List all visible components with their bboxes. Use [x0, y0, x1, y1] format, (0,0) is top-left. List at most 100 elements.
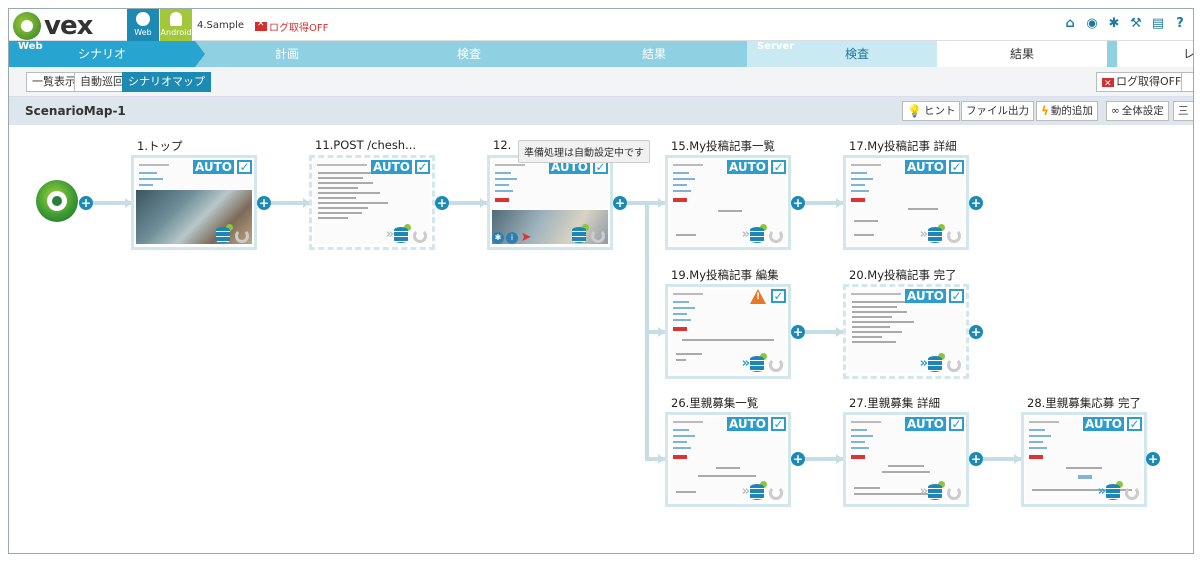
- step-server-result[interactable]: 結果: [937, 41, 1107, 67]
- scenario-node-11[interactable]: AUTO ✓ »: [309, 155, 435, 250]
- send-icon[interactable]: ➤: [520, 231, 532, 244]
- menu-button[interactable]: 三: [1173, 101, 1193, 121]
- database-icon[interactable]: [928, 356, 942, 372]
- scenario-node-1[interactable]: AUTO ✓: [131, 155, 257, 250]
- scenario-node-17[interactable]: AUTO ✓ »: [843, 155, 969, 250]
- database-icon[interactable]: [750, 356, 764, 372]
- info-icon[interactable]: i: [506, 232, 518, 244]
- add-node-button[interactable]: +: [79, 196, 93, 210]
- forward-icon[interactable]: »: [386, 227, 395, 242]
- wrench-icon[interactable]: ⚒: [1129, 17, 1143, 31]
- forward-icon[interactable]: »: [742, 484, 751, 499]
- connector-arrow: [480, 198, 487, 208]
- forward-icon[interactable]: »: [920, 484, 929, 499]
- database-icon[interactable]: [394, 227, 408, 243]
- add-node-button[interactable]: +: [435, 196, 449, 210]
- scenario-node-15[interactable]: AUTO ✓ »: [665, 155, 791, 250]
- checkbox-checked-icon[interactable]: ✓: [237, 160, 252, 174]
- forward-icon[interactable]: »: [1098, 484, 1107, 499]
- database-icon[interactable]: [572, 227, 586, 243]
- add-node-button[interactable]: +: [791, 452, 805, 466]
- platform-android-button[interactable]: Android: [160, 9, 192, 41]
- auto-badge: AUTO: [904, 289, 946, 303]
- scenario-node-12[interactable]: AUTO ✓ ✱ i ➤: [487, 155, 613, 250]
- menu-label: 三: [1178, 105, 1189, 117]
- database-icon[interactable]: [928, 484, 942, 500]
- view-tabs-row: 一覧表示 自動巡回 シナリオマップ ログ取得OFF: [9, 67, 1193, 97]
- checkbox-checked-icon[interactable]: ✓: [771, 289, 786, 303]
- sync-icon[interactable]: [591, 229, 605, 243]
- forward-icon[interactable]: »: [742, 356, 751, 371]
- book-icon[interactable]: ▤: [1151, 17, 1165, 31]
- database-icon[interactable]: [1106, 484, 1120, 500]
- lightning-icon: ϟ: [1041, 104, 1049, 118]
- hint-button[interactable]: 💡 ヒント: [902, 101, 961, 121]
- forward-icon[interactable]: »: [920, 227, 929, 242]
- sync-icon[interactable]: [1125, 486, 1139, 500]
- add-node-button[interactable]: +: [257, 196, 271, 210]
- sync-icon[interactable]: [947, 486, 961, 500]
- add-node-button[interactable]: +: [791, 325, 805, 339]
- header-toolbar: ⌂ ◉ ✱ ⚒ ▤ ?: [1063, 17, 1187, 31]
- add-node-button[interactable]: +: [791, 196, 805, 210]
- database-icon[interactable]: [928, 227, 942, 243]
- database-icon[interactable]: [750, 484, 764, 500]
- app-window: vex Web Android 4.Sample ログ取得OFF ⌂ ◉ ✱ ⚒…: [8, 8, 1194, 554]
- scenario-node-27[interactable]: AUTO ✓ »: [843, 412, 969, 507]
- scenario-node-20[interactable]: AUTO ✓ »: [843, 284, 969, 379]
- add-node-button[interactable]: +: [969, 196, 983, 210]
- scenario-start-node[interactable]: [36, 180, 78, 222]
- sync-icon[interactable]: [769, 486, 783, 500]
- step-result[interactable]: 結果: [569, 41, 739, 67]
- web-tag: Web: [18, 41, 43, 52]
- log-status-indicator[interactable]: ログ取得OFF: [255, 19, 328, 34]
- connector-arrow: [658, 454, 665, 464]
- sync-icon[interactable]: [947, 229, 961, 243]
- scenario-node-26[interactable]: AUTO ✓ »: [665, 412, 791, 507]
- sync-icon[interactable]: [769, 229, 783, 243]
- database-icon[interactable]: [750, 227, 764, 243]
- checkbox-checked-icon[interactable]: ✓: [949, 289, 964, 303]
- global-settings-button[interactable]: ∞ 全体設定: [1106, 101, 1169, 121]
- step-inspect[interactable]: 検査: [379, 41, 559, 67]
- step-server-report[interactable]: レ: [1117, 41, 1193, 67]
- sync-icon[interactable]: [947, 358, 961, 372]
- dynamic-add-button[interactable]: ϟ 動的追加: [1036, 101, 1098, 121]
- vex-logo[interactable]: vex: [13, 11, 93, 41]
- scenario-map-canvas[interactable]: + 1.トップ AUTO ✓ + 11.POST /chesh... AUTO …: [9, 125, 1193, 553]
- home-icon[interactable]: ⌂: [1063, 17, 1077, 31]
- help-icon[interactable]: ?: [1173, 17, 1187, 31]
- checkbox-checked-icon[interactable]: ✓: [771, 417, 786, 431]
- add-node-button[interactable]: +: [969, 452, 983, 466]
- forward-icon[interactable]: »: [742, 227, 751, 242]
- overflow-button[interactable]: [1181, 72, 1193, 92]
- add-node-button[interactable]: +: [969, 325, 983, 339]
- step-plan[interactable]: 計画: [205, 41, 369, 67]
- tab-scenario-map[interactable]: シナリオマップ: [122, 72, 211, 92]
- scenario-node-28[interactable]: AUTO ✓ »: [1021, 412, 1147, 507]
- step-plan-label: 計画: [274, 47, 299, 61]
- log-toggle-button[interactable]: ログ取得OFF: [1096, 72, 1188, 93]
- forward-icon[interactable]: »: [920, 356, 929, 371]
- platform-web-button[interactable]: Web: [127, 9, 159, 41]
- process-bar: シナリオ Web 計画 検査 結果 検査 Server 結果 レ: [9, 41, 1193, 67]
- warning-icon[interactable]: !: [750, 289, 766, 304]
- project-name: 4.Sample: [197, 20, 245, 31]
- sync-icon[interactable]: [235, 229, 249, 243]
- checkbox-checked-icon[interactable]: ✓: [1127, 417, 1142, 431]
- gear-icon[interactable]: ✱: [1107, 17, 1121, 31]
- checkbox-checked-icon[interactable]: ✓: [415, 160, 430, 174]
- gear-icon[interactable]: ✱: [492, 232, 504, 244]
- platform-android-label: Android: [160, 28, 192, 37]
- checkbox-checked-icon[interactable]: ✓: [949, 417, 964, 431]
- dashboard-icon[interactable]: ◉: [1085, 17, 1099, 31]
- add-node-button[interactable]: +: [1146, 452, 1160, 466]
- add-node-button[interactable]: +: [613, 196, 627, 210]
- checkbox-checked-icon[interactable]: ✓: [771, 160, 786, 174]
- database-icon[interactable]: [216, 227, 230, 243]
- scenario-node-19[interactable]: ! ✓ »: [665, 284, 791, 379]
- sync-icon[interactable]: [769, 358, 783, 372]
- sync-icon[interactable]: [413, 229, 427, 243]
- checkbox-checked-icon[interactable]: ✓: [949, 160, 964, 174]
- file-export-button[interactable]: ファイル出力: [961, 101, 1034, 121]
